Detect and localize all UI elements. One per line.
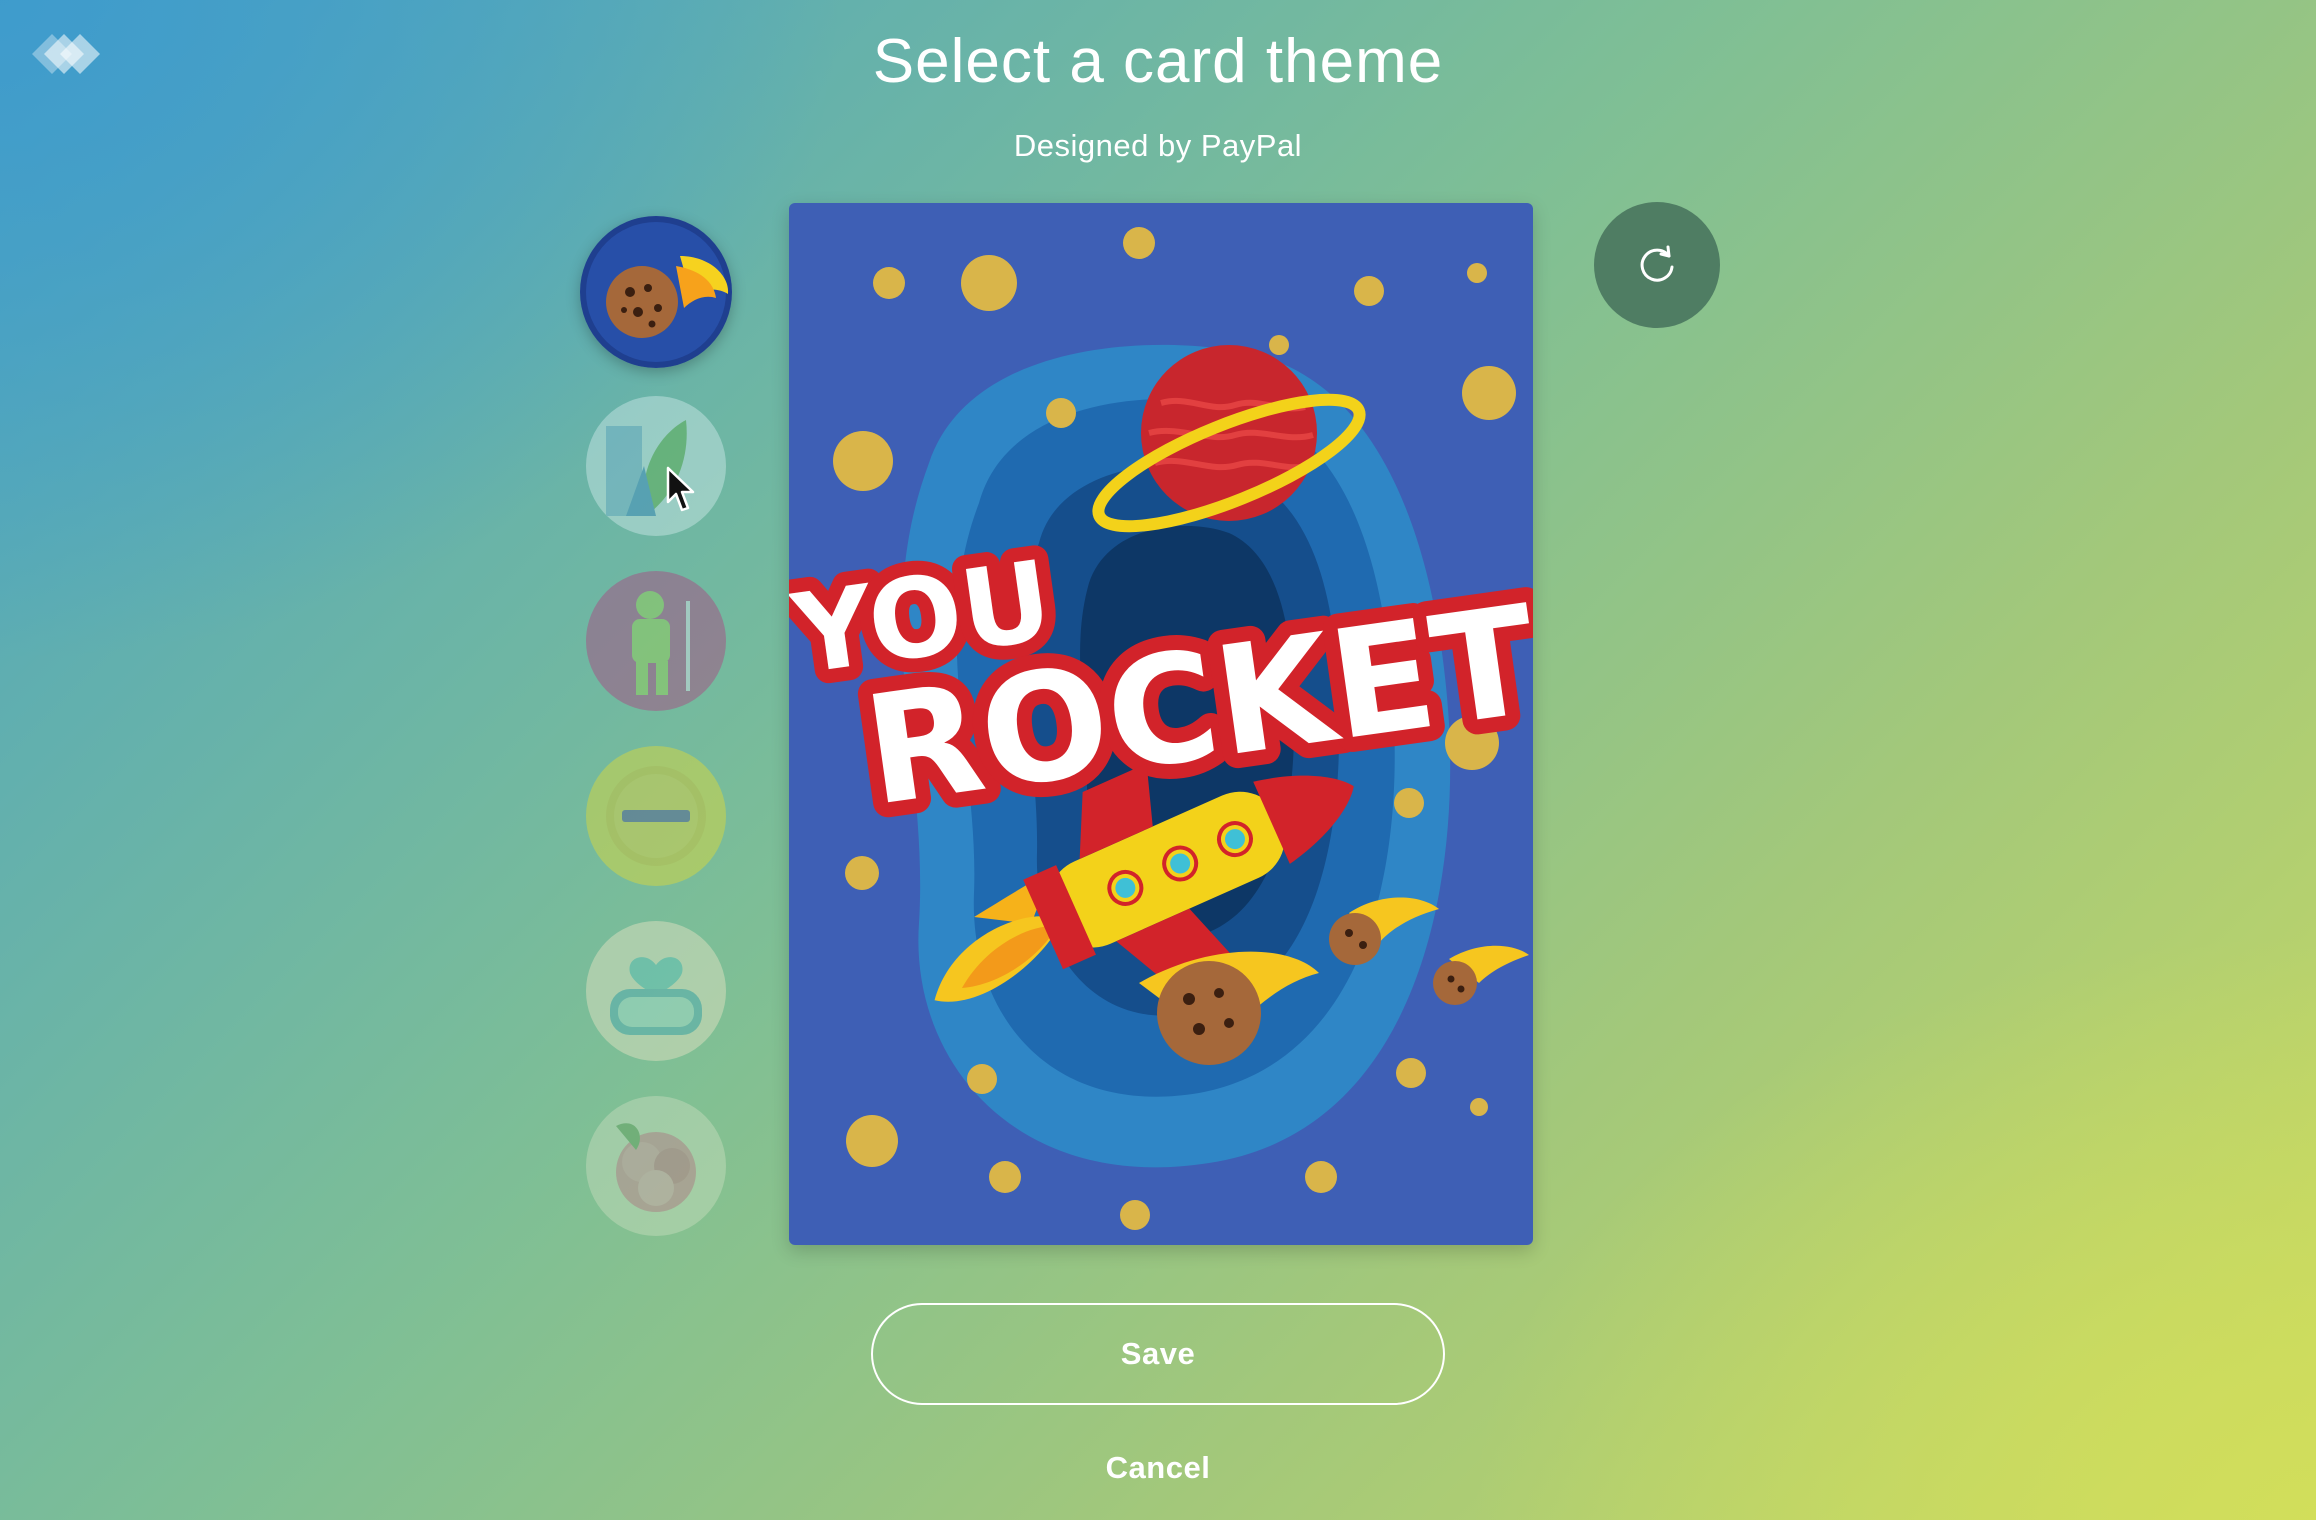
theme-list [578,212,734,1236]
you-heart-icon [586,921,726,1061]
meteor-cookie-icon [580,216,732,368]
theme-thumb-5[interactable] [586,921,726,1061]
theme-thumb-you-rocket[interactable] [580,216,732,368]
save-button[interactable]: Save [871,1303,1445,1405]
flip-card-button[interactable] [1594,202,1720,328]
thanks-medal-icon [586,746,726,886]
refresh-icon [1640,245,1674,282]
card-preview: YOU YOU ROCKET! ROCKET! [789,203,1533,1245]
page-title: Select a card theme [872,27,1444,96]
page-subtitle: Designed by PayPal [1013,128,1303,163]
green-figure-icon [586,571,726,711]
theme-thumb-6[interactable] [586,1096,726,1236]
card-artwork: YOU YOU ROCKET! ROCKET! [789,203,1533,1245]
mouse-cursor-icon [666,466,696,514]
cancel-link[interactable]: Cancel [0,1450,2316,1486]
theme-thumb-3[interactable] [586,571,726,711]
pink-flower-icon [586,1096,726,1236]
green-leaf-icon [586,396,726,536]
theme-thumb-2[interactable] [586,396,726,536]
theme-thumb-4[interactable] [586,746,726,886]
